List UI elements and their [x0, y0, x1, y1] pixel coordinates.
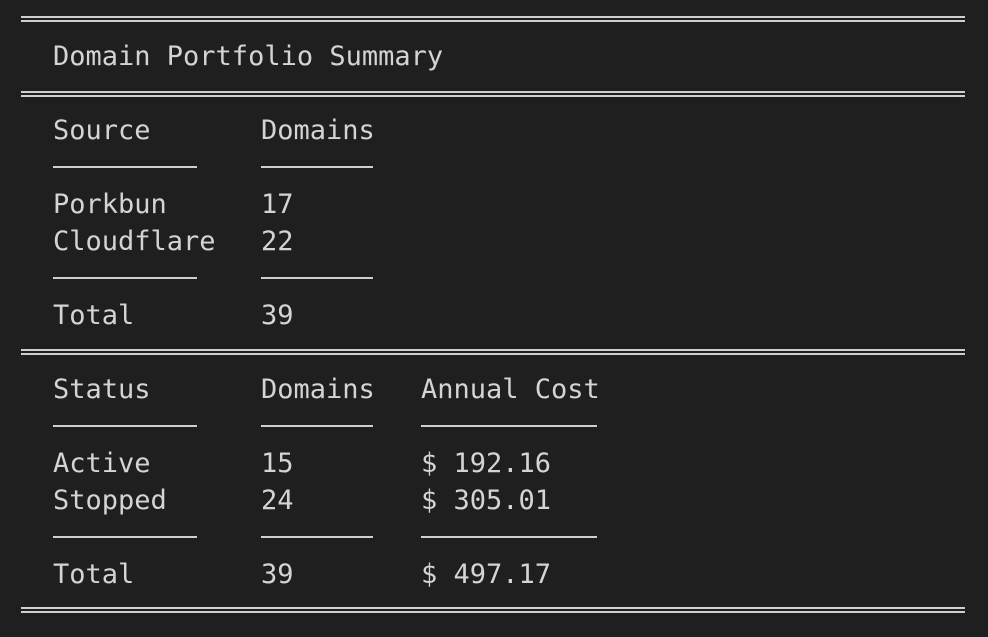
source-total-rule — [53, 277, 197, 279]
total-domains: 39 — [261, 300, 294, 331]
title-double-rule — [21, 91, 965, 97]
total-label: Total — [53, 300, 135, 331]
total-domains: 39 — [261, 559, 294, 590]
source-header-source: Source — [53, 115, 151, 146]
status-domain-count: 24 — [261, 485, 294, 516]
status-name: Active — [53, 448, 151, 479]
report-title: Domain Portfolio Summary — [53, 41, 444, 72]
domains-total-rule — [261, 536, 373, 538]
section-double-rule — [21, 349, 965, 355]
cost-header-underline — [421, 425, 597, 427]
source-header-underline — [53, 166, 197, 168]
source-name: Cloudflare — [53, 226, 216, 257]
source-domain-count: 22 — [261, 226, 294, 257]
status-header-domains: Domains — [261, 374, 375, 405]
bottom-double-rule — [21, 607, 965, 613]
total-annual-cost: $ 497.17 — [421, 559, 552, 590]
cost-total-rule — [421, 536, 597, 538]
status-name: Stopped — [53, 485, 167, 516]
source-header-domains: Domains — [261, 115, 375, 146]
domains-total-rule — [261, 277, 373, 279]
source-name: Porkbun — [53, 189, 167, 220]
top-double-rule — [21, 16, 965, 22]
status-domain-count: 15 — [261, 448, 294, 479]
status-header-annual-cost: Annual Cost — [421, 374, 600, 405]
status-header-status: Status — [53, 374, 151, 405]
total-label: Total — [53, 559, 135, 590]
domains-header-underline — [261, 425, 373, 427]
status-annual-cost: $ 192.16 — [421, 448, 552, 479]
domains-header-underline — [261, 166, 373, 168]
source-domain-count: 17 — [261, 189, 294, 220]
status-header-underline — [53, 425, 197, 427]
status-annual-cost: $ 305.01 — [421, 485, 552, 516]
status-total-rule — [53, 536, 197, 538]
